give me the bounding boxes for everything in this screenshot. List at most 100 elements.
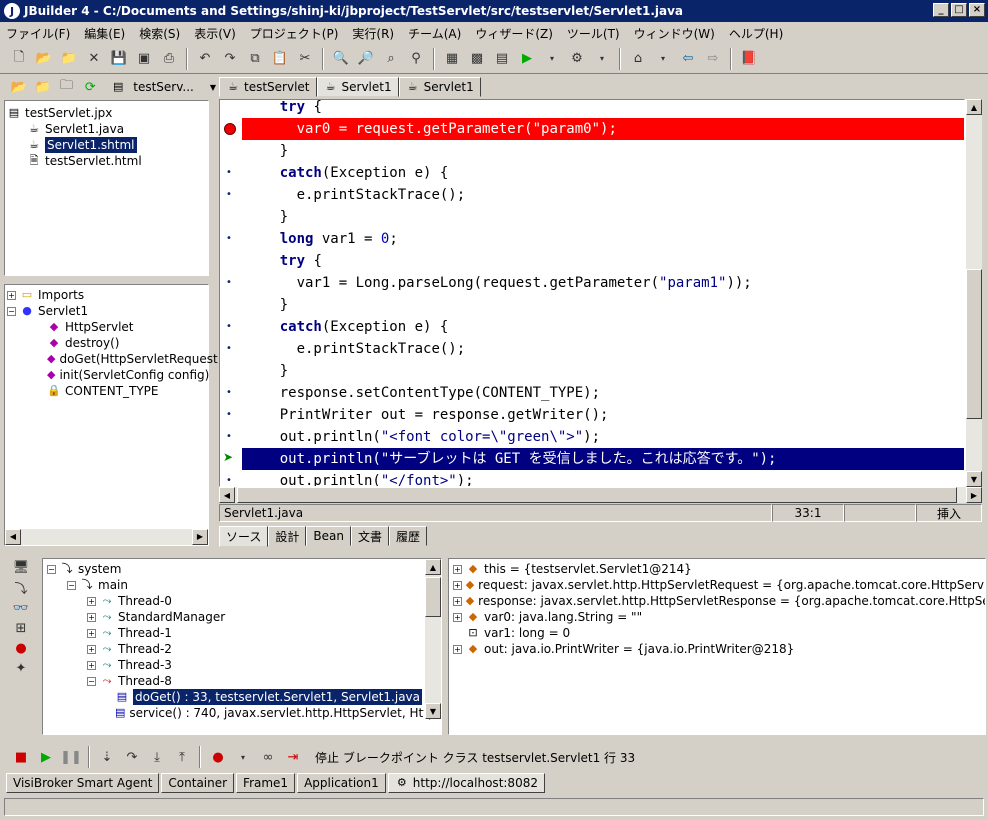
executable-line-dot-icon[interactable]: • — [226, 322, 234, 332]
stack-frame[interactable]: ▤ service() : 740, javax.servlet.http.Htt… — [47, 705, 441, 721]
thread-item[interactable]: + ⤳ Thread-0 — [47, 593, 437, 609]
structure-member[interactable]: ◆ doGet(HttpServletRequest — [7, 351, 218, 367]
menu-search[interactable]: 検索(S) — [139, 25, 180, 42]
menu-run[interactable]: 実行(R) — [352, 25, 394, 42]
make-icon[interactable]: ▦ — [441, 48, 463, 70]
debug-dropdown-icon[interactable]: ▾ — [591, 48, 613, 70]
undo-icon[interactable]: ↶ — [194, 48, 216, 70]
tab-design[interactable]: 設計 — [268, 526, 307, 546]
maximize-button[interactable]: □ — [951, 3, 967, 17]
menu-help[interactable]: ヘルプ(H) — [729, 25, 783, 42]
code-editor[interactable]: • • • • • • • • • ➤ • try { var0 = request.getPara… — [219, 99, 965, 487]
show-current-frame-icon[interactable]: ⇥ — [282, 746, 304, 768]
thread-item[interactable]: + ⤳ Thread-3 — [47, 657, 437, 673]
browse-symbol-icon[interactable]: ⚲ — [405, 48, 427, 70]
scroll-right-icon[interactable]: ▶ — [192, 529, 208, 545]
code-line[interactable]: out.println("サーブレットは GET を受信しました。これは応答です… — [242, 448, 964, 470]
smart-step-icon[interactable]: ⇣ — [96, 746, 118, 768]
executable-line-dot-icon[interactable]: • — [226, 410, 234, 420]
menu-window[interactable]: ウィンドウ(W) — [634, 25, 715, 42]
executable-line-dot-icon[interactable]: • — [226, 190, 234, 200]
scroll-thumb[interactable] — [966, 269, 982, 419]
copy-icon[interactable]: ⧉ — [244, 48, 266, 70]
run-dropdown-icon[interactable]: ▾ — [541, 48, 563, 70]
back-icon[interactable]: ⇦ — [677, 48, 699, 70]
debug-icon[interactable]: ⚙ — [566, 48, 588, 70]
tab-container[interactable]: Container — [161, 773, 235, 793]
collapse-icon[interactable]: − — [67, 580, 76, 590]
hscroll-thumb[interactable] — [237, 487, 957, 503]
search-again-icon[interactable]: ⌕ — [380, 48, 402, 70]
tab-bean[interactable]: Bean — [306, 526, 351, 546]
tab-doc[interactable]: 文書 — [351, 526, 390, 546]
refresh-icon[interactable]: ⟳ — [79, 76, 101, 98]
menu-team[interactable]: チーム(A) — [408, 25, 461, 42]
structure-member[interactable]: ◆ HttpServlet — [7, 319, 206, 335]
threads-icon[interactable]: ⤵ — [10, 578, 32, 597]
find-icon[interactable]: 🔍 — [330, 48, 352, 70]
expand-icon[interactable]: + — [453, 612, 462, 622]
expand-icon[interactable]: + — [453, 564, 462, 574]
tab-visibroker[interactable]: VisiBroker Smart Agent — [6, 773, 160, 793]
execution-point-icon[interactable]: ➤ — [223, 451, 237, 465]
step-over-icon[interactable]: ↷ — [121, 746, 143, 768]
structure-member[interactable]: ◆ init(ServletConfig config) — [7, 367, 209, 383]
tab-source[interactable]: ソース — [219, 526, 269, 547]
executable-line-dot-icon[interactable]: • — [226, 168, 234, 178]
code-line[interactable]: long var1 = 0; — [242, 228, 964, 250]
expand-icon[interactable]: + — [87, 596, 96, 606]
thread-vscrollbar[interactable]: ▲ ▼ — [424, 559, 441, 719]
stack-frame-selected[interactable]: ▤ doGet() : 33, testservlet.Servlet1, Ser… — [47, 689, 437, 705]
watch-icon[interactable]: 👓 — [10, 599, 32, 617]
thread-item[interactable]: + ⤳ Thread-1 — [47, 625, 437, 641]
close-file-icon[interactable]: ✕ — [83, 48, 105, 70]
help-book-icon[interactable]: 📕 — [738, 48, 760, 70]
tab-servlet1[interactable]: ☕ Servlet1 — [398, 77, 481, 97]
scroll-up-icon[interactable]: ▲ — [425, 559, 441, 575]
tab-history[interactable]: 履歴 — [389, 526, 428, 546]
project-combo[interactable]: ▤ testServ... ▼ — [111, 80, 216, 94]
executable-line-dot-icon[interactable]: • — [226, 344, 234, 354]
scroll-up-icon[interactable]: ▲ — [966, 99, 982, 115]
editor-gutter[interactable]: • • • • • • • • • ➤ • — [220, 100, 242, 486]
run-icon[interactable]: ▶ — [516, 48, 538, 70]
tab-localhost[interactable]: ⚙ http://localhost:8082 — [387, 773, 545, 793]
expand-icon[interactable]: + — [87, 644, 96, 654]
scroll-left-icon[interactable]: ◀ — [5, 529, 21, 545]
code-line[interactable]: e.printStackTrace(); — [242, 184, 964, 206]
reopen-icon[interactable]: 📁 — [58, 48, 80, 70]
collapse-icon[interactable]: − — [7, 306, 16, 316]
expand-icon[interactable]: + — [87, 660, 96, 670]
code-line[interactable]: PrintWriter out = response.getWriter(); — [242, 404, 964, 426]
collapse-icon[interactable]: − — [47, 564, 56, 574]
thread-item[interactable]: + ⤳ Thread-2 — [47, 641, 437, 657]
rebuild-icon[interactable]: ▩ — [466, 48, 488, 70]
resume-icon[interactable]: ▶ — [35, 746, 57, 768]
paste-icon[interactable]: 📋 — [269, 48, 291, 70]
console-icon[interactable]: 🖥 — [10, 558, 32, 576]
data-icon[interactable]: ✦ — [10, 660, 32, 678]
thread-item-suspended[interactable]: − ⤳ Thread-8 — [47, 673, 437, 689]
project-item[interactable]: 🗎 testServlet.html — [7, 153, 206, 169]
menu-tools[interactable]: ツール(T) — [567, 25, 620, 42]
cut-icon[interactable]: ✂ — [294, 48, 316, 70]
scroll-down-icon[interactable]: ▼ — [966, 471, 982, 487]
executable-line-dot-icon[interactable]: • — [226, 432, 234, 442]
redo-icon[interactable]: ↷ — [219, 48, 241, 70]
scroll-down-icon[interactable]: ▼ — [425, 703, 441, 719]
expand-icon[interactable]: + — [7, 290, 16, 300]
home-icon[interactable]: ⌂ — [627, 48, 649, 70]
classes-icon[interactable]: ⊞ — [10, 619, 32, 637]
project-item-selected[interactable]: ☕ Servlet1.shtml — [7, 137, 206, 153]
forward-icon[interactable]: ⇨ — [702, 48, 724, 70]
variable-row[interactable]: ⊡ var1: long = 0 — [453, 625, 981, 641]
find-replace-icon[interactable]: 🔎 — [355, 48, 377, 70]
jbuilder-app-icon[interactable]: J — [4, 3, 20, 19]
save-icon[interactable]: 💾 — [108, 48, 130, 70]
structure-member[interactable]: 🔒 CONTENT_TYPE — [7, 383, 206, 399]
menu-file[interactable]: ファイル(F) — [6, 25, 70, 42]
variable-row[interactable]: + ◆ request: javax.servlet.http.HttpServle… — [453, 577, 985, 593]
code-line[interactable]: } — [242, 360, 964, 382]
step-out-icon[interactable]: ⤒ — [171, 746, 193, 768]
expand-icon[interactable]: + — [87, 628, 96, 638]
